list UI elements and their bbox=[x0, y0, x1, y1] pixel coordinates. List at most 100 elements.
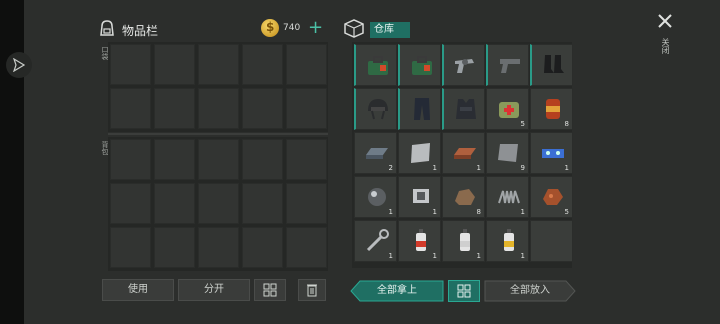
put-all-button[interactable]: 全部放入 bbox=[484, 280, 576, 302]
warehouse-slot[interactable] bbox=[354, 88, 397, 130]
backpack-slot[interactable] bbox=[286, 139, 327, 180]
pocket-slot[interactable] bbox=[154, 88, 195, 129]
warehouse-slot[interactable]: 5 bbox=[486, 88, 529, 130]
item-quantity: 1 bbox=[520, 208, 525, 216]
item-quantity: 1 bbox=[476, 252, 481, 260]
trash-icon bbox=[307, 284, 317, 297]
pocket-slot[interactable] bbox=[110, 44, 151, 85]
warehouse-grid: 5821191118151111 bbox=[352, 42, 573, 268]
close-button[interactable] bbox=[657, 10, 673, 34]
backpack-slot[interactable] bbox=[154, 183, 195, 224]
warehouse-sort-button[interactable] bbox=[448, 280, 480, 302]
take-all-button[interactable]: 全部拿上 bbox=[350, 280, 444, 302]
ore-icon bbox=[455, 189, 475, 205]
grid-sort-icon bbox=[457, 284, 471, 298]
discard-button[interactable] bbox=[298, 279, 326, 301]
warehouse-slot[interactable]: 8 bbox=[442, 176, 485, 218]
add-coins-button[interactable]: + bbox=[308, 18, 323, 38]
item-quantity: 5 bbox=[520, 120, 525, 128]
warehouse-slot[interactable]: 1 bbox=[442, 132, 485, 174]
warehouse-slot[interactable] bbox=[354, 44, 397, 86]
warehouse-slot[interactable]: 1 bbox=[398, 220, 441, 262]
copper-ore-icon bbox=[543, 189, 563, 205]
warehouse-slot[interactable]: 1 bbox=[354, 220, 397, 262]
pocket-slot[interactable] bbox=[198, 44, 239, 85]
warehouse-slot[interactable] bbox=[442, 88, 485, 130]
split-button[interactable]: 分开 bbox=[178, 279, 250, 301]
backpack-slot[interactable] bbox=[154, 227, 195, 268]
warehouse-slot[interactable]: 1 bbox=[398, 176, 441, 218]
warehouse-slot[interactable]: 1 bbox=[442, 220, 485, 262]
warehouse-slot[interactable] bbox=[398, 44, 441, 86]
backpack-slot[interactable] bbox=[242, 183, 283, 224]
item-quantity: 1 bbox=[432, 252, 437, 260]
pocket-slot[interactable] bbox=[154, 44, 195, 85]
metal-plate-icon bbox=[411, 143, 430, 163]
warehouse-slot[interactable] bbox=[442, 44, 485, 86]
backpack-grid bbox=[108, 137, 328, 271]
warehouse-slot[interactable]: 2 bbox=[354, 132, 397, 174]
steel-ingot-icon bbox=[366, 148, 388, 159]
grid-sort-icon bbox=[263, 283, 277, 297]
pocket-slot[interactable] bbox=[110, 88, 151, 129]
pocket-slot[interactable] bbox=[198, 88, 239, 129]
pocket-slot[interactable] bbox=[242, 88, 283, 129]
lead-plate-icon bbox=[498, 144, 518, 162]
item-quantity: 1 bbox=[388, 252, 393, 260]
helmet-icon bbox=[368, 99, 388, 120]
warehouse-slot[interactable] bbox=[530, 220, 573, 262]
backpack-slot[interactable] bbox=[154, 139, 195, 180]
warehouse-slot[interactable]: 9 bbox=[486, 132, 529, 174]
backpack-slot[interactable] bbox=[286, 183, 327, 224]
warehouse-slot[interactable]: 1 bbox=[398, 132, 441, 174]
red-spray-can-icon bbox=[416, 229, 426, 251]
coin-icon: $ bbox=[261, 19, 279, 37]
backpack-slot[interactable] bbox=[242, 227, 283, 268]
copper-ingot-icon bbox=[454, 148, 476, 159]
backpack-slot[interactable] bbox=[110, 183, 151, 224]
wrench-icon bbox=[366, 229, 389, 252]
backpack-slot[interactable] bbox=[110, 139, 151, 180]
item-quantity: 1 bbox=[432, 208, 437, 216]
inventory-title: 物品栏 bbox=[122, 24, 159, 38]
warehouse-slot[interactable]: 1 bbox=[530, 132, 573, 174]
warehouse-slot[interactable]: 5 bbox=[530, 176, 573, 218]
warehouse-slot[interactable] bbox=[398, 88, 441, 130]
vest-icon bbox=[456, 99, 476, 119]
warehouse-slot[interactable] bbox=[530, 44, 573, 86]
take-all-label: 全部拿上 bbox=[377, 285, 417, 296]
item-quantity: 5 bbox=[564, 208, 569, 216]
lens-icon bbox=[368, 188, 386, 206]
share-button[interactable] bbox=[6, 52, 32, 78]
warehouse-slot[interactable]: 1 bbox=[486, 176, 529, 218]
use-button[interactable]: 使用 bbox=[102, 279, 174, 301]
backpack-slot[interactable] bbox=[286, 227, 327, 268]
backpack-slot[interactable] bbox=[198, 183, 239, 224]
warehouse-slot[interactable]: 1 bbox=[354, 176, 397, 218]
backpack-slot[interactable] bbox=[198, 227, 239, 268]
paper-plane-icon bbox=[13, 58, 25, 72]
backpack-slot[interactable] bbox=[110, 227, 151, 268]
inventory-header: 物品栏 $ 740 + bbox=[98, 18, 328, 40]
item-quantity: 1 bbox=[432, 164, 437, 172]
warehouse-slot[interactable]: 8 bbox=[530, 88, 573, 130]
item-quantity: 1 bbox=[388, 208, 393, 216]
pocket-slot[interactable] bbox=[242, 44, 283, 85]
circuit-board-icon bbox=[542, 149, 564, 158]
backpack-slot[interactable] bbox=[242, 139, 283, 180]
pistol-icon bbox=[500, 59, 520, 73]
pocket-slot[interactable] bbox=[286, 44, 327, 85]
warehouse-slot[interactable] bbox=[486, 44, 529, 86]
close-label: 关闭 bbox=[661, 38, 670, 54]
item-quantity: 1 bbox=[476, 164, 481, 172]
warehouse-slot[interactable]: 1 bbox=[486, 220, 529, 262]
medkit-bag-icon bbox=[368, 56, 388, 75]
pants-icon bbox=[414, 98, 430, 120]
left-edge-bar bbox=[0, 0, 24, 324]
item-quantity: 1 bbox=[520, 252, 525, 260]
close-icon bbox=[658, 14, 672, 28]
pocket-slot[interactable] bbox=[286, 88, 327, 129]
backpack-slot[interactable] bbox=[198, 139, 239, 180]
sort-button[interactable] bbox=[254, 279, 286, 301]
put-all-label: 全部放入 bbox=[510, 285, 550, 296]
